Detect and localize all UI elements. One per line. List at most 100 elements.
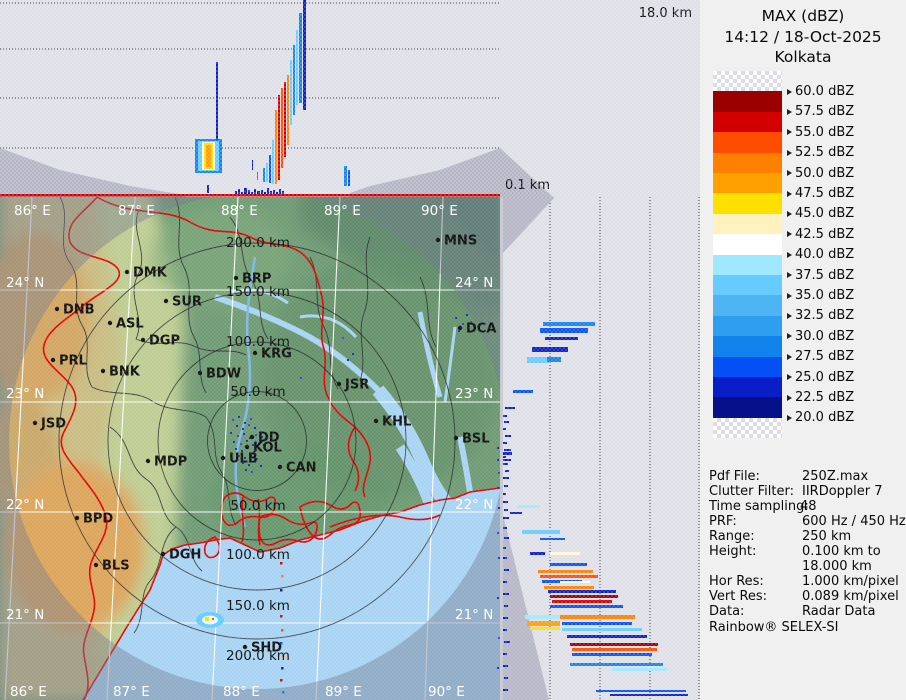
echo-bar-rect: [505, 407, 515, 409]
echo-noise-rect: [503, 442, 507, 444]
echo-bar-rect: [540, 538, 565, 540]
dbz-scale-label: 25.0 dBZ: [795, 369, 855, 385]
scale-tick-arrow-icon: [787, 170, 792, 177]
dbz-color-band: [713, 173, 782, 194]
echo-bar-rect: [562, 628, 642, 631]
metadata-row: Range: 250 km: [700, 529, 906, 544]
dbz-color-band: [713, 132, 782, 153]
top-cross-section-plot: [0, 0, 500, 197]
city-label: BNK: [109, 365, 141, 380]
dbz-scale-label: 30.0 dBZ: [795, 328, 855, 344]
dbz-scale-label: 50.0 dBZ: [795, 165, 855, 181]
station-name: Kolkata: [774, 48, 832, 66]
longitude-label-bottom: 88° E: [223, 684, 260, 700]
echo-noise-rect: [504, 677, 508, 679]
top-cross-section-panel: [0, 0, 500, 197]
scale-tick-arrow-icon: [787, 210, 792, 217]
metadata-label: Height:: [709, 544, 757, 559]
scale-tick-arrow-icon: [787, 129, 792, 136]
echo-dot: [282, 691, 285, 694]
dbz-scale-label: 45.0 dBZ: [795, 206, 855, 222]
echo-bar-rect: [560, 581, 590, 583]
echo-bar-rect: [525, 615, 560, 619]
scale-tick-arrow-icon: [787, 292, 792, 299]
scale-tick-arrow-icon: [787, 149, 792, 156]
latitude-label-left: 22° N: [6, 497, 44, 513]
echo-column-rect: [296, 30, 298, 105]
latitude-label-right: 24° N: [455, 275, 493, 291]
echo-bar-rect: [567, 635, 647, 638]
dbz-scale-label: 40.0 dBZ: [795, 247, 855, 263]
city-label: KRG: [261, 347, 292, 362]
echo-bar-rect: [552, 600, 612, 603]
echo-speckle: [244, 422, 246, 424]
city-marker-dot: [54, 306, 60, 312]
city-label: MNS: [444, 234, 477, 249]
echo-noise-rect: [504, 537, 509, 539]
dbz-color-band: [713, 254, 782, 275]
echo-dot: [281, 575, 284, 578]
latitude-label-right: 23° N: [455, 386, 493, 402]
legend-panel: MAX (dBZ) 14:12 / 18-Oct-2025 Kolkata 60…: [700, 0, 906, 700]
city-marker-dot: [107, 320, 113, 326]
scale-tick-arrow-icon: [787, 251, 792, 258]
scale-tick-arrow-icon: [787, 353, 792, 360]
echo-bar-rect: [517, 505, 540, 508]
dbz-color-band: [713, 193, 782, 214]
echo-bar-rect: [572, 648, 657, 651]
dbz-color-band: [713, 397, 782, 418]
city-label: BSL: [462, 432, 490, 447]
echo-noise-rect: [504, 449, 511, 451]
echo-speckle: [497, 459, 499, 461]
city-label: ULB: [229, 452, 258, 467]
right-cross-section-plot: [503, 197, 700, 700]
metadata-row: Hor Res: 1.000 km/pixel: [700, 574, 906, 589]
echo-speckle: [237, 435, 239, 437]
echo-speckle: [232, 419, 234, 421]
city-marker-dot: [93, 562, 99, 568]
height-max-label: 18.0 km: [638, 6, 692, 21]
echo-speckle: [300, 377, 302, 379]
metadata-value: 1.000 km/pixel: [802, 574, 899, 589]
echo-bar-rect: [550, 605, 623, 608]
echo-noise-rect: [504, 641, 510, 643]
scale-tick-arrow-icon: [787, 272, 792, 279]
echo-speckle: [466, 314, 468, 316]
metadata-row: Data: Radar Data: [700, 604, 906, 619]
echo-speckle: [462, 323, 464, 325]
longitude-label-top: 88° E: [221, 203, 258, 219]
echo-column-rect: [257, 172, 258, 180]
echo-noise-rect: [503, 456, 506, 458]
latitude-label-right: 21° N: [455, 607, 493, 623]
scale-tick-arrow-icon: [787, 88, 792, 95]
dbz-scale-label: 32.5 dBZ: [795, 308, 855, 324]
echo-noise-rect: [503, 493, 506, 495]
metadata-value: 600 Hz / 450 Hz: [802, 514, 906, 529]
metadata-row: 18.000 km: [700, 559, 906, 574]
city-marker-dot: [197, 370, 203, 376]
dbz-color-band: [713, 356, 782, 377]
echo-bar-rect: [510, 512, 522, 514]
echo-noise-rect: [503, 428, 506, 430]
echo-column-rect: [290, 60, 292, 125]
echo-bar-rect: [527, 621, 560, 626]
dbz-scale-label: 37.5 dBZ: [795, 267, 855, 283]
city-label: DCA: [466, 322, 496, 337]
echo-speckle: [251, 471, 253, 473]
echo-dot: [280, 679, 283, 682]
echo-column-rect: [281, 88, 283, 168]
city-marker-dot: [100, 368, 106, 374]
right-cross-section-panel: [503, 197, 700, 700]
echo-speckle: [254, 427, 256, 429]
software-brand: Rainbow® SELEX-SI: [709, 620, 839, 635]
longitude-label-top: 87° E: [118, 203, 155, 219]
city-marker-dot: [453, 435, 459, 441]
echo-speckle: [342, 337, 344, 339]
echo-column-rect: [252, 160, 253, 170]
city-marker-dot: [277, 464, 283, 470]
echo-column-rect: [269, 155, 271, 183]
echo-dot: [281, 629, 284, 632]
longitude-label-top: 89° E: [324, 203, 361, 219]
range-ring-label: 150.0 km: [226, 598, 290, 614]
echo-noise-rect: [503, 617, 508, 619]
